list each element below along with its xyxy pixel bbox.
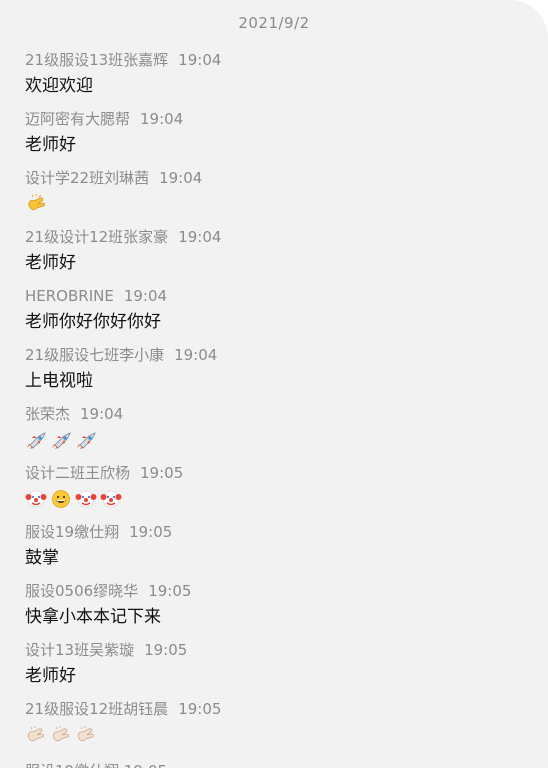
message-meta: 迈阿密有大腮帮 19:04 (25, 108, 183, 130)
message-text: 欢迎欢迎 (25, 76, 93, 96)
message-text (25, 191, 50, 217)
sender-name: 设计13班吴紫璇 (25, 641, 135, 659)
message-text: 老师好 (25, 135, 76, 155)
message-meta: 21级服设七班李小康 19:04 (25, 344, 217, 366)
message-meta: 张荣杰 19:04 (25, 403, 123, 425)
message-item: 21级服设12班胡钰晨 19:05 (25, 698, 548, 757)
clapping-hands-icon (75, 725, 97, 745)
chat-panel: 2021/9/2 21级服设13班张嘉辉 19:04 欢迎欢迎迈阿密有大腮帮 19:0… (0, 0, 548, 768)
clapping-hands-icon (50, 725, 72, 745)
grinning-face-icon (50, 489, 72, 509)
message-text: 上电视啦 (25, 371, 93, 391)
message-meta: 设计学22班刘琳茜 19:04 (25, 167, 202, 189)
message-list: 21级服设13班张嘉辉 19:04 欢迎欢迎 迈阿密有大腮帮 19:04 老师好 设计学22… (25, 49, 548, 757)
sender-name: 21级服设七班李小康 (25, 346, 165, 364)
message-item: 服设0506缪晓华 19:05 快拿小本本记下来 (25, 580, 548, 639)
sender-name: 21级设计12班张家豪 (25, 228, 169, 246)
message-time: 19:04 (123, 287, 168, 305)
message-time: 19:05 (140, 464, 184, 482)
rocket-icon (50, 430, 72, 450)
message-time: 19:05 (129, 523, 173, 541)
message-time: 19:04 (178, 51, 222, 69)
message-item: 服设19缴仕翔 19:05 鼓掌 (25, 521, 548, 580)
rocket-icon (25, 430, 47, 450)
sender-name: 设计学22班刘琳茜 (25, 169, 150, 187)
sender-name: 服设0506缪晓华 (25, 582, 139, 600)
message-time: 19:04 (174, 346, 218, 364)
message-time: 19:04 (159, 169, 203, 187)
message-text (25, 427, 100, 453)
message-item: 迈阿密有大腮帮 19:04 老师好 (25, 108, 548, 167)
message-text (25, 486, 125, 512)
message-text (25, 722, 100, 748)
message-item: 21级服设13班张嘉辉 19:04 欢迎欢迎 (25, 49, 548, 108)
message-item: 21级服设七班李小康 19:04 上电视啦 (25, 344, 548, 403)
sender-name: 服设19缴仕翔 (25, 523, 120, 541)
sender-name: HEROBRINE (25, 287, 114, 305)
rocket-icon (75, 430, 97, 450)
message-text: 快拿小本本记下来 (25, 607, 161, 627)
message-item: 设计13班吴紫璇 19:05 老师好 (25, 639, 548, 698)
message-meta: 21级服设13班张嘉辉 19:04 (25, 49, 221, 71)
message-meta: 设计13班吴紫璇 19:05 (25, 639, 187, 661)
message-item: 设计二班王欣杨 19:05 (25, 462, 548, 521)
message-meta: 服设19缴仕翔 19:05 (25, 521, 172, 543)
message-text: 老师好 (25, 253, 76, 273)
message-time: 19:04 (80, 405, 124, 423)
message-time: 19:04 (140, 110, 184, 128)
message-text: 老师好 (25, 666, 76, 686)
message-time: 19:05 (144, 641, 188, 659)
message-meta: 21级服设12班胡钰晨 19:05 (25, 698, 221, 720)
partial-message-meta: 服设19缴仕翔 19:05 (25, 760, 167, 768)
sender-name: 设计二班王欣杨 (25, 464, 131, 482)
message-text: 鼓掌 (25, 548, 59, 568)
clapping-hands-icon (25, 725, 47, 745)
message-meta: 设计二班王欣杨 19:05 (25, 462, 183, 484)
sender-name: 21级服设13班张嘉辉 (25, 51, 169, 69)
date-header: 2021/9/2 (238, 14, 310, 32)
message-meta: 服设0506缪晓华 19:05 (25, 580, 191, 602)
clown-face-icon (75, 489, 97, 509)
sender-name: 21级服设12班胡钰晨 (25, 700, 169, 718)
clown-face-icon (100, 489, 122, 509)
message-text: 老师你好你好你好 (25, 312, 161, 332)
clown-face-icon (25, 489, 47, 509)
message-item: 设计学22班刘琳茜 19:04 (25, 167, 548, 226)
message-time: 19:05 (178, 700, 222, 718)
message-meta: 21级设计12班张家豪 19:04 (25, 226, 221, 248)
message-time: 19:05 (148, 582, 192, 600)
sender-name: 迈阿密有大腮帮 (25, 110, 131, 128)
message-meta: HEROBRINE 19:04 (25, 285, 167, 307)
sender-name: 张荣杰 (25, 405, 71, 423)
message-time: 19:04 (178, 228, 222, 246)
message-item: 张荣杰 19:04 (25, 403, 548, 462)
message-item: HEROBRINE 19:04 老师你好你好你好 (25, 285, 548, 344)
clap-icon (25, 194, 47, 214)
message-item: 21级设计12班张家豪 19:04 老师好 (25, 226, 548, 285)
